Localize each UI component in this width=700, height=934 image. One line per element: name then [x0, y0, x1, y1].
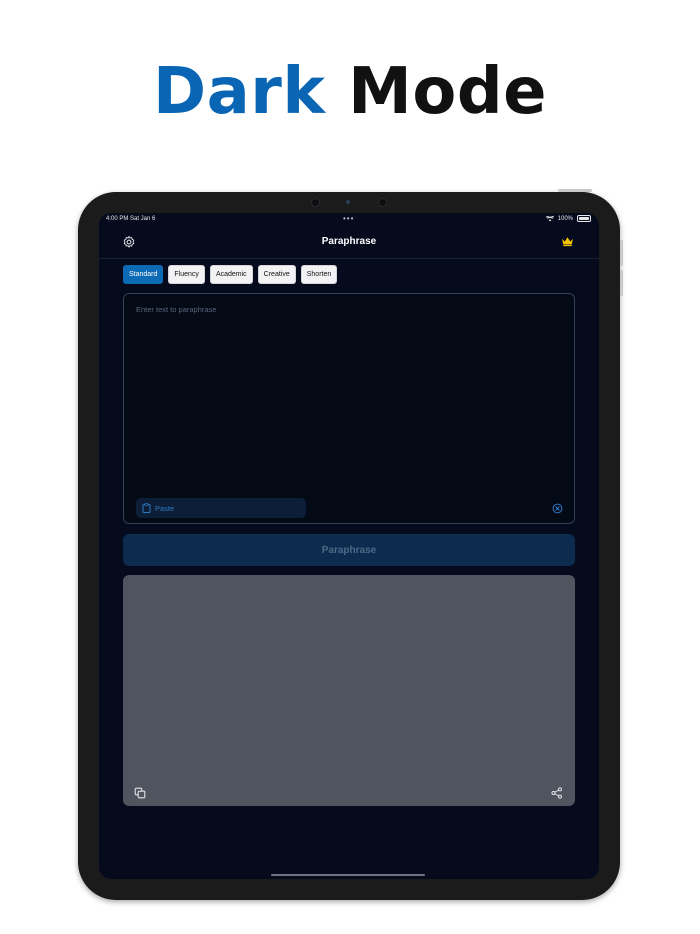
multitasking-dots[interactable]: ••• — [343, 214, 354, 223]
copy-icon[interactable] — [134, 787, 146, 799]
crown-icon[interactable] — [561, 235, 574, 247]
share-icon[interactable] — [551, 787, 563, 799]
nav-bar: Paraphrase — [99, 227, 599, 259]
status-bar: 4:00 PM Sat Jan 6 ••• 100% — [99, 214, 599, 227]
battery-percent: 100% — [557, 215, 573, 222]
paraphrase-button[interactable]: Paraphrase — [123, 534, 575, 566]
status-right: 100% — [545, 215, 591, 222]
headline-rest-word: Mode — [348, 55, 548, 129]
mode-fluency[interactable]: Fluency — [168, 265, 205, 284]
tablet-device-frame: 4:00 PM Sat Jan 6 ••• 100% Paraphrase St… — [78, 189, 623, 900]
mode-standard[interactable]: Standard — [123, 265, 164, 284]
paraphrase-input[interactable]: Enter text to paraphrase Paste — [123, 293, 575, 524]
wifi-icon — [545, 215, 554, 221]
home-indicator[interactable] — [271, 874, 425, 876]
top-button — [558, 189, 592, 192]
input-placeholder: Enter text to paraphrase — [136, 305, 217, 314]
paste-button[interactable]: Paste — [136, 498, 306, 518]
page-title: Paraphrase — [321, 236, 377, 247]
mode-selector: Standard Fluency Academic Creative Short… — [123, 265, 338, 284]
battery-icon — [577, 215, 591, 222]
mode-creative[interactable]: Creative — [257, 265, 296, 284]
status-time: 4:00 PM Sat Jan 6 — [106, 216, 156, 222]
sensor-dot — [378, 198, 387, 207]
paste-label: Paste — [155, 503, 175, 513]
mode-shorten[interactable]: Shorten — [300, 265, 338, 284]
mode-academic[interactable]: Academic — [209, 265, 253, 284]
volume-button — [620, 240, 623, 266]
volume-button — [620, 270, 623, 296]
clear-icon[interactable] — [552, 503, 563, 514]
app-screen: 4:00 PM Sat Jan 6 ••• 100% Paraphrase St… — [99, 213, 599, 879]
paraphrase-output — [123, 575, 575, 806]
clipboard-icon — [142, 503, 151, 513]
front-camera — [346, 200, 350, 204]
headline-accent-word: Dark — [152, 55, 326, 129]
promo-headline: Dark Mode — [0, 52, 700, 132]
sensor-dot — [311, 198, 320, 207]
